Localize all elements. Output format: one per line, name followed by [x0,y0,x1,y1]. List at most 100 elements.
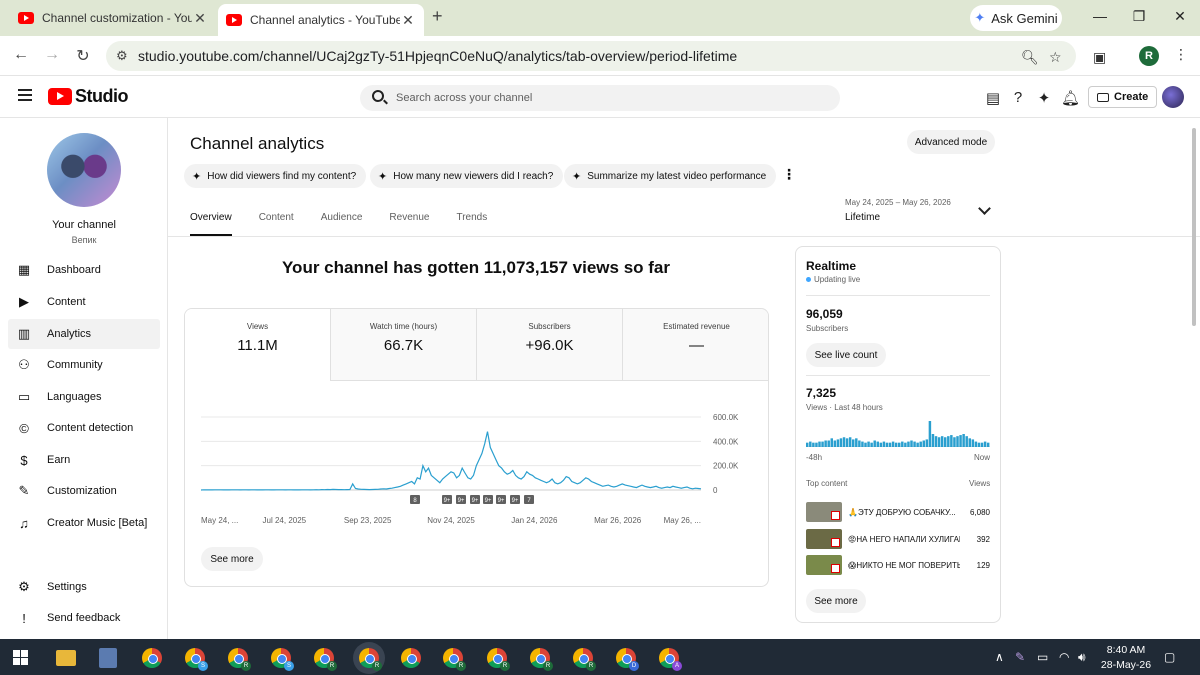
chrome-taskbar-icon[interactable]: S [271,648,294,671]
video-publish-marker[interactable]: 9+ [442,495,452,504]
top-content-item[interactable]: 😱НИКТО НЕ МОГ ПОВЕРИТЬ... 129 [806,554,990,576]
browser-profile-avatar[interactable]: R [1139,46,1159,66]
help-icon[interactable]: ? [1009,89,1027,106]
sidebar-item-customization[interactable]: ✎ Customization [8,476,160,506]
browser-tab-analytics[interactable]: Channel analytics - YouTube Studio ✕ [218,4,424,36]
tab-content[interactable]: Content [259,212,294,236]
create-button[interactable]: Create [1088,86,1158,108]
metric-subscribers[interactable]: Subscribers +96.0K [477,309,623,381]
chrome-taskbar-icon[interactable]: R [314,648,337,671]
bookmark-star-icon[interactable]: ☆ [1049,49,1062,66]
chrome-taskbar-icon[interactable]: A [659,648,682,671]
comments-icon[interactable]: ▤ [984,89,1002,107]
video-publish-marker[interactable]: 9+ [456,495,466,504]
sidebar-item-send-feedback[interactable]: ! Send feedback [8,603,160,633]
restore-icon[interactable]: ❐ [1124,8,1154,25]
video-publish-marker[interactable]: 9+ [470,495,480,504]
marker-count: 9+ [485,498,492,504]
sidebar-item-dashboard[interactable]: ▦ Dashboard [8,255,160,285]
reload-icon[interactable]: ↻ [71,46,95,66]
minimize-icon[interactable]: — [1085,8,1115,24]
tab-trends[interactable]: Trends [456,212,487,236]
sidebar-item-creator-music[interactable]: ♫ Creator Music [Beta] [8,508,160,538]
url-text: studio.youtube.com/channel/UCaj2gzTy-51H… [138,48,738,64]
metric-estimated-revenue[interactable]: Estimated revenue — [623,309,768,381]
chrome-taskbar-icon[interactable]: R [228,648,251,671]
notification-center-icon[interactable]: ▢ [1164,650,1175,664]
close-tab-icon[interactable]: ✕ [400,12,416,29]
browser-tab-customization[interactable]: Channel customization - YouTube Studio ✕ [10,4,216,32]
tab-revenue[interactable]: Revenue [389,212,429,236]
chrome-taskbar-icon[interactable] [142,648,162,668]
sidebar-item-analytics[interactable]: ▥ Analytics [8,319,160,349]
account-avatar[interactable] [1162,86,1184,108]
reading-mode-icon[interactable]: ▣ [1093,49,1106,66]
suggestion-chip[interactable]: ✦ How many new viewers did I reach? [370,164,564,188]
suggestion-chip[interactable]: ✦ Summarize my latest video performance [564,164,777,188]
battery-icon[interactable]: ▭ [1037,650,1048,664]
ai-sparkle-icon[interactable]: ✦ [1035,89,1053,107]
menu-icon[interactable] [18,89,32,101]
chrome-taskbar-icon[interactable]: R [573,648,596,671]
profile-badge-icon: S [198,661,208,671]
tab-overview[interactable]: Overview [190,212,232,236]
sidebar-item-settings[interactable]: ⚙ Settings [8,572,160,602]
sidebar-item-earn[interactable]: $ Earn [8,445,160,475]
file-explorer-icon[interactable] [56,650,76,666]
top-content-item[interactable]: 🙏ЭТУ ДОБРУЮ СОБАЧКУ... 6,080 [806,501,990,523]
tab-audience[interactable]: Audience [321,212,363,236]
pen-icon[interactable]: ✎ [1015,650,1025,664]
realtime-bar [919,441,922,447]
see-live-count-button[interactable]: See live count [806,343,886,367]
page-scrollbar[interactable] [1192,128,1196,326]
forward-icon[interactable]: → [40,46,64,64]
sidebar-item-languages[interactable]: ▭ Languages [8,382,160,412]
video-publish-marker[interactable]: 9+ [496,495,506,504]
browser-menu-icon[interactable]: ⋮ [1174,46,1188,63]
channel-avatar[interactable] [47,133,121,207]
advanced-mode-button[interactable]: Advanced mode [907,130,995,154]
chrome-taskbar-icon[interactable]: R [487,648,510,671]
metric-views[interactable]: Views 11.1M [185,309,331,381]
volume-icon[interactable]: 🔊︎ [1078,650,1086,665]
more-options-icon[interactable]: ⋮ [782,166,796,183]
see-more-button[interactable]: See more [201,547,263,571]
chrome-taskbar-icon[interactable]: D [616,648,639,671]
sidebar-item-content[interactable]: ▶ Content [8,287,160,317]
sidebar-item-community[interactable]: ⚇ Community [8,350,160,380]
search-input[interactable]: Search across your channel [360,85,840,111]
video-title: 😡НА НЕГО НАПАЛИ ХУЛИГАНЫ... [848,534,960,544]
ask-gemini-button[interactable]: ✦ Ask Gemini [970,5,1062,31]
top-content-item[interactable]: 😡НА НЕГО НАПАЛИ ХУЛИГАНЫ... 392 [806,528,990,550]
wifi-icon[interactable]: ◠ [1059,650,1069,664]
metric-watch-time[interactable]: Watch time (hours) 66.7K [331,309,477,381]
chrome-taskbar-icon[interactable]: R [359,648,382,671]
close-tab-icon[interactable]: ✕ [192,10,208,27]
sidebar-item-content-detection[interactable]: © Content detection [8,413,160,443]
chrome-taskbar-icon[interactable] [401,648,421,668]
address-bar[interactable]: ⚙ studio.youtube.com/channel/UCaj2gzTy-5… [106,41,1076,71]
realtime-bar [873,440,876,447]
studio-logo[interactable]: Studio [48,86,129,107]
video-publish-marker[interactable]: 8 [410,495,420,504]
calculator-icon[interactable] [99,648,117,668]
system-clock[interactable]: 8:40 AM 28-May-26 [1098,643,1154,673]
chrome-taskbar-icon[interactable]: R [443,648,466,671]
new-tab-icon[interactable]: + [432,6,443,27]
chrome-taskbar-icon[interactable]: S [185,648,208,671]
video-publish-marker[interactable]: 9+ [483,495,493,504]
back-icon[interactable]: ← [9,46,33,64]
video-publish-marker[interactable]: 7 [524,495,534,504]
video-publish-marker[interactable]: 9+ [510,495,520,504]
notifications-icon[interactable]: 🔔︎ [1061,89,1080,107]
suggestion-chip[interactable]: ✦ How did viewers find my content? [184,164,367,188]
see-more-button[interactable]: See more [806,589,866,613]
windows-start-icon[interactable] [13,650,28,665]
zoom-icon[interactable]: 🔍︎ [1021,49,1039,66]
chevron-down-icon[interactable] [978,202,991,215]
close-window-icon[interactable]: ✕ [1165,8,1195,25]
period-selector[interactable]: May 24, 2025 – May 26, 2026 Lifetime [845,198,951,223]
chrome-taskbar-icon[interactable]: R [530,648,553,671]
show-hidden-icons-icon[interactable]: ∧ [995,650,1004,664]
site-info-icon[interactable]: ⚙ [116,48,128,64]
